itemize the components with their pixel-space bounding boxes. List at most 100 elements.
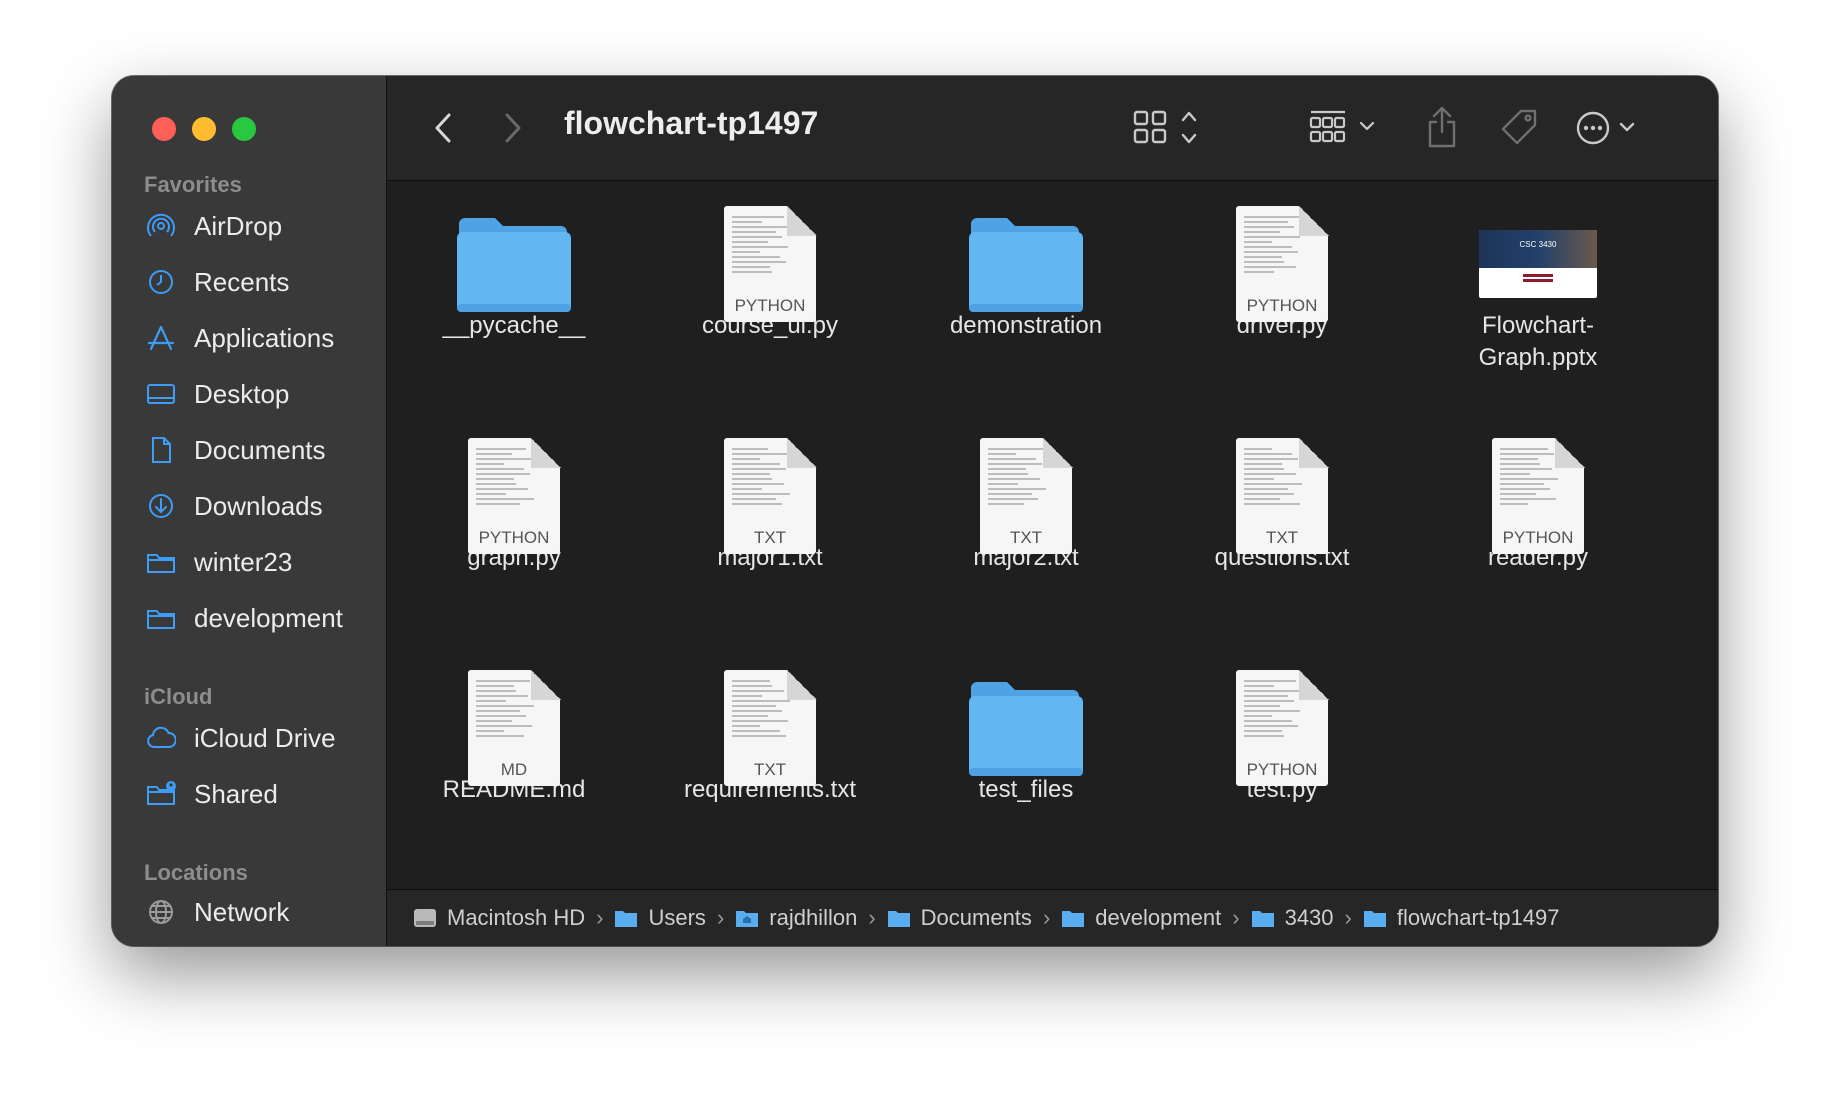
download-icon [146,491,176,521]
path-segment-label: Macintosh HD [447,905,586,930]
file-type-label: PYTHON [1502,528,1574,547]
chevron-right-icon [505,113,521,143]
sidebar-item-label: Downloads [194,490,323,521]
file-type-label: TXT [1009,528,1043,547]
sidebar-item-label: Shared [194,778,278,809]
python-file-icon: PYTHON [1423,412,1653,554]
file-item-test-files[interactable]: test_files [911,644,1141,806]
folder-icon [1363,911,1386,927]
more-actions-button[interactable] [1575,104,1655,152]
folder-icon [887,911,910,927]
sidebar-item-winter23[interactable]: winter23 [146,542,376,582]
back-button[interactable] [423,108,463,148]
folder-icon [399,180,629,312]
hard-drive-icon [414,909,436,927]
sidebar-item-recents[interactable]: Recents [146,262,376,302]
file-item-major1-txt[interactable]: TXT major1.txt [655,412,885,574]
path-segment[interactable]: rajdhillon [735,905,857,931]
folder-icon [911,180,1141,312]
file-item-course-ui-py[interactable]: PYTHON course_ui.py [655,180,885,342]
globe-icon [146,897,176,927]
share-icon [1428,106,1456,148]
sidebar-item-documents[interactable]: Documents [146,430,376,470]
airdrop-icon [146,211,176,241]
file-item-major2-txt[interactable]: TXT major2.txt [911,412,1141,574]
file-item-flowchart-graph-pptx[interactable]: CSC 3430 Flowchart- Graph.pptx [1423,180,1653,374]
sidebar-item-label: winter23 [194,546,293,577]
presentation-thumbnail-icon: CSC 3430 [1423,180,1653,310]
file-item-readme-md[interactable]: MD README.md [399,644,629,806]
cloud-icon [146,723,176,753]
path-segment[interactable]: development [1061,905,1221,931]
file-type-label: PYTHON [734,296,806,315]
group-by-button[interactable] [1309,104,1389,152]
path-segment[interactable]: Users [614,905,706,931]
home-folder-icon [736,911,759,927]
path-separator-icon: › [716,905,725,930]
view-mode-button[interactable] [1133,104,1213,152]
tags-button[interactable] [1495,104,1545,152]
folder-icon [1251,911,1274,927]
zoom-window-button[interactable] [232,117,256,141]
sidebar-item-desktop[interactable]: Desktop [146,374,376,414]
sidebar-item-icloud-drive[interactable]: iCloud Drive [146,718,376,758]
sidebar-item-network[interactable]: Network [146,892,376,932]
sidebar-item-airdrop[interactable]: AirDrop [146,206,376,246]
path-segment-label: rajdhillon [769,905,858,930]
group-icon [1309,110,1375,143]
toolbar: flowchart-tp1497 [387,76,1718,181]
path-segment[interactable]: 3430 [1251,905,1334,931]
file-item-driver-py[interactable]: PYTHON driver.py [1167,180,1397,342]
thumbnail-text: CSC 3430 [1519,240,1557,249]
sidebar-item-label: Network [194,896,290,927]
sidebar-item-label: iCloud Drive [194,722,336,753]
file-item-demonstration[interactable]: demonstration [911,180,1141,342]
sidebar: Favorites AirDrop Recents Applications D… [112,76,387,946]
file-item-graph-py[interactable]: PYTHON graph.py [399,412,629,574]
file-name-label: Flowchart- Graph.pptx [1478,312,1598,371]
sidebar-item-label: AirDrop [194,210,283,241]
sidebar-item-label: Applications [194,322,335,353]
file-item-test-py[interactable]: PYTHON test.py [1167,644,1397,806]
text-file-icon: TXT [655,412,885,554]
desktop-icon [146,379,176,409]
sidebar-item-downloads[interactable]: Downloads [146,486,376,526]
sidebar-item-development[interactable]: development [146,598,376,638]
ellipsis-circle-icon [1576,111,1635,145]
path-separator-icon: › [596,905,604,930]
chevron-left-icon [435,113,451,143]
path-segment[interactable]: Documents [887,905,1032,931]
icon-grid-icon [1133,110,1197,144]
window-controls [152,117,256,141]
file-item-requirements-txt[interactable]: TXT requirements.txt [655,644,885,806]
python-file-icon: PYTHON [655,180,885,322]
file-type-label: TXT [753,528,787,547]
file-type-label: TXT [753,760,787,779]
close-window-button[interactable] [152,117,176,141]
minimize-window-button[interactable] [192,117,216,141]
sidebar-section-favorites: Favorites [144,172,242,197]
sidebar-item-shared[interactable]: Shared [146,774,376,814]
path-segment-label: Users [648,905,706,930]
python-file-icon: PYTHON [1167,180,1397,322]
path-segment[interactable]: Macintosh HD [413,905,585,931]
shared-folder-icon [146,779,176,809]
sidebar-item-applications[interactable]: Applications [146,318,376,358]
share-button[interactable] [1422,102,1462,152]
document-icon [146,435,176,465]
python-file-icon: PYTHON [399,412,629,554]
sidebar-item-label: development [194,602,343,633]
python-file-icon: PYTHON [1167,644,1397,786]
sidebar-section-locations: Locations [144,860,248,885]
tag-icon [1501,109,1537,145]
folder-icon [615,911,638,927]
file-item-pycache[interactable]: __pycache__ [399,180,629,342]
text-file-icon: TXT [1167,412,1397,554]
folder-icon [911,644,1141,776]
file-grid: __pycache__ PYTHON course_ui.py demonstrati… [387,180,1718,890]
file-item-questions-txt[interactable]: TXT questions.txt [1167,412,1397,574]
finder-window: Favorites AirDrop Recents Applications D… [112,76,1718,946]
file-item-reader-py[interactable]: PYTHON reader.py [1423,412,1653,574]
path-segment[interactable]: flowchart-tp1497 [1363,905,1560,931]
forward-button[interactable] [493,108,533,148]
